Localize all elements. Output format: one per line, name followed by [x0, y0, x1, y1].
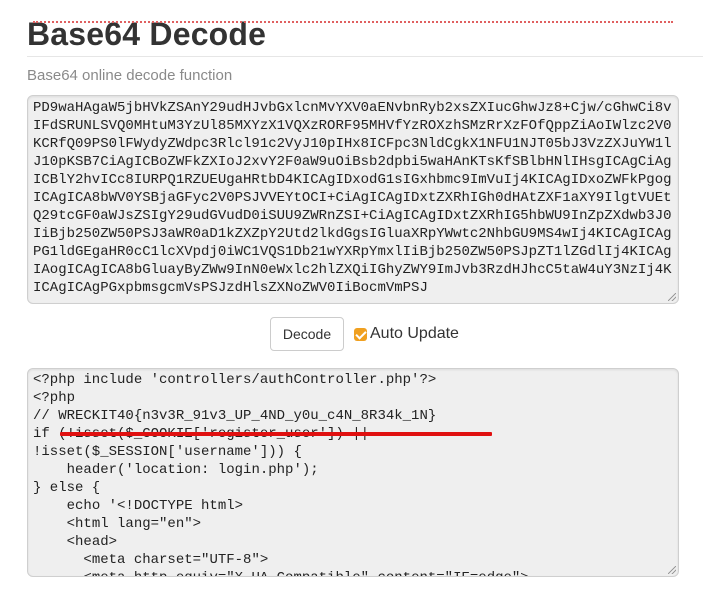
base64-input-textarea[interactable]: PD9waHAgaW5jbHVkZSAnY29udHJvbGxlcnMvYXV0…	[27, 95, 679, 304]
page-subtitle: Base64 online decode function	[27, 67, 233, 84]
auto-update-checkbox[interactable]	[354, 327, 367, 341]
resize-handle[interactable]	[668, 566, 676, 574]
flag-highlight-underline	[60, 432, 492, 436]
decode-button[interactable]: Decode	[270, 317, 344, 351]
decoded-output-text: <?php include 'controllers/authControlle…	[33, 372, 529, 576]
spellcheck-underline	[33, 19, 673, 23]
auto-update-label: Auto Update	[370, 325, 459, 342]
base64-input-text: PD9waHAgaW5jbHVkZSAnY29udHJvbGxlcnMvYXV0…	[33, 100, 672, 296]
title-divider	[27, 56, 703, 57]
auto-update-toggle[interactable]: Auto Update	[354, 323, 459, 345]
resize-handle[interactable]	[668, 293, 676, 301]
decoded-output-textarea[interactable]: <?php include 'controllers/authControlle…	[27, 368, 679, 577]
